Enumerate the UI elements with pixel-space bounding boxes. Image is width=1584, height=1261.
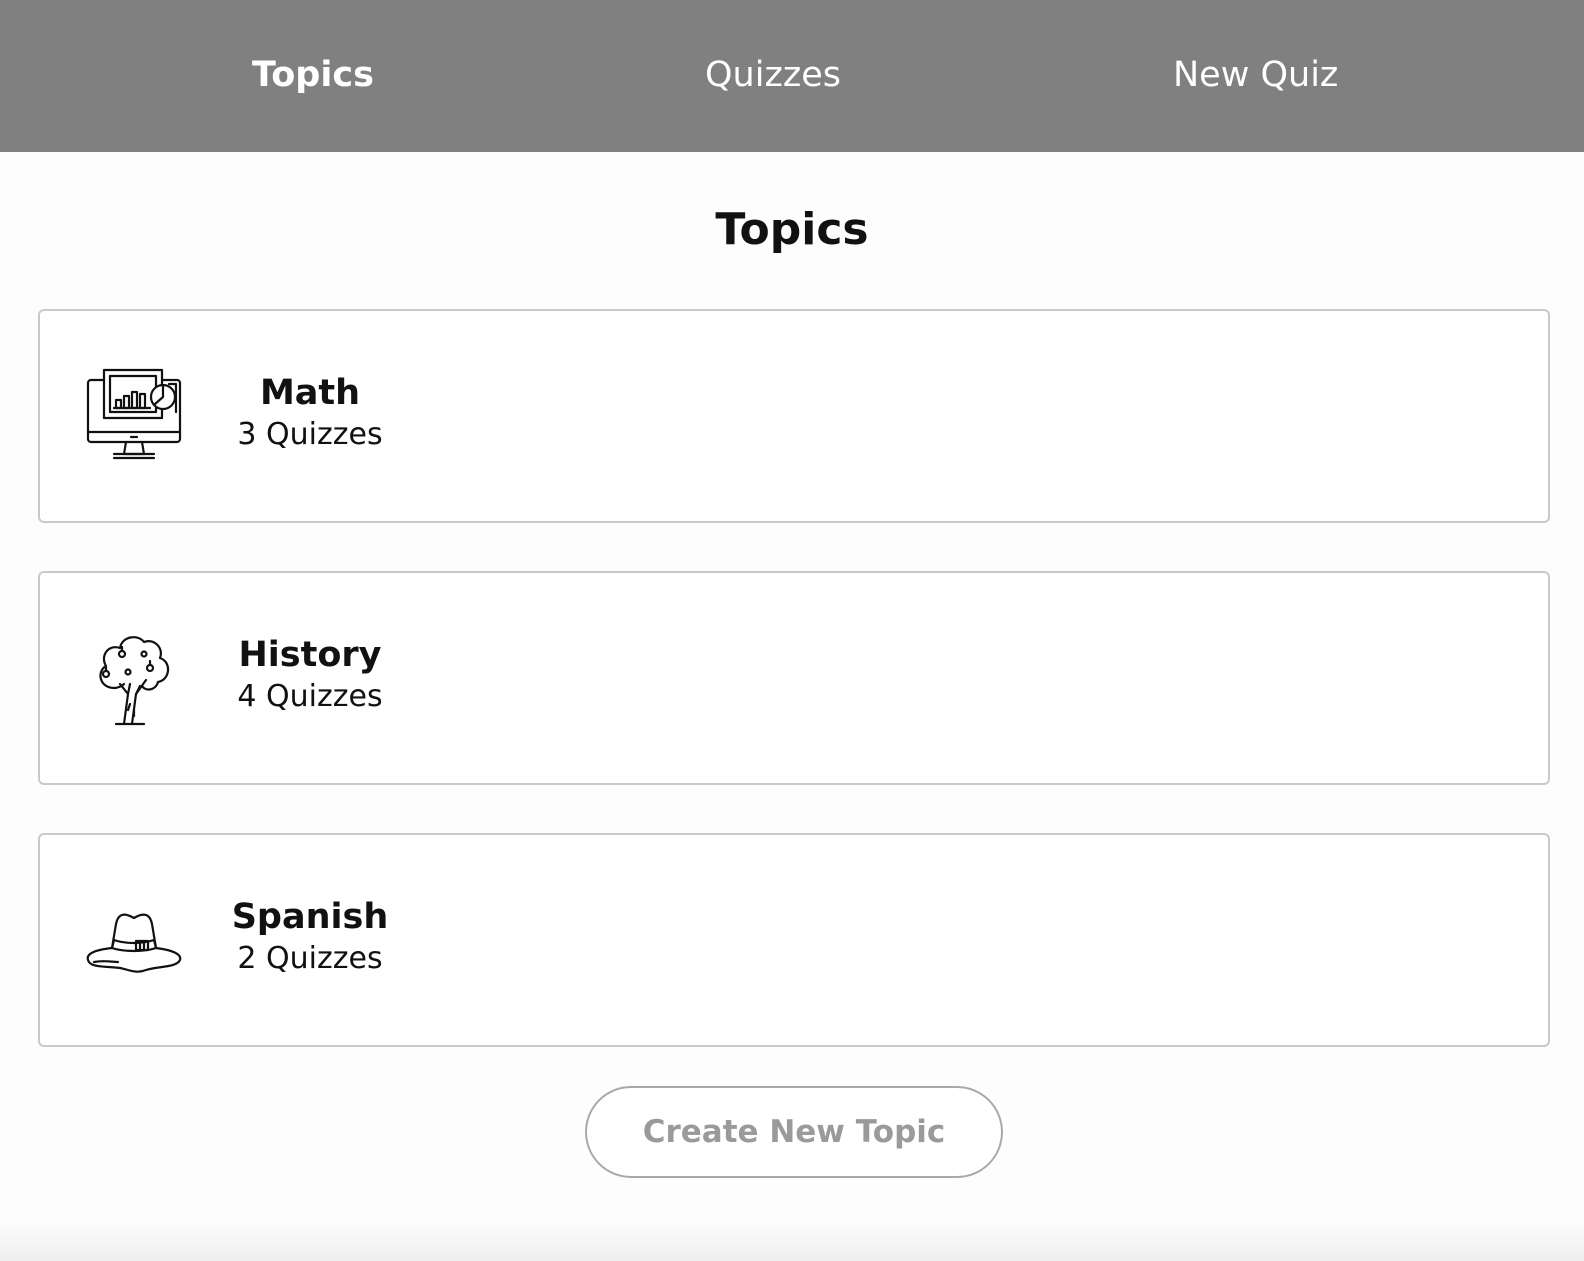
topics-page: Topics Quizzes New Quiz Topics Math 3 Qu… (0, 0, 1584, 1261)
computer-chart-icon (84, 366, 184, 466)
topic-quiz-count: 4 Quizzes (237, 679, 383, 714)
topic-text: Math 3 Quizzes (210, 371, 410, 455)
bottom-edge-shadow (0, 1221, 1584, 1261)
nav-tab-new-quiz[interactable]: New Quiz (1173, 0, 1338, 152)
topic-name: History (238, 635, 382, 675)
tree-icon (84, 628, 184, 728)
topic-text: History 4 Quizzes (210, 633, 410, 717)
topic-card-math[interactable]: Math 3 Quizzes (38, 309, 1550, 523)
topic-card-history[interactable]: History 4 Quizzes (38, 571, 1550, 785)
topic-quiz-count: 2 Quizzes (237, 941, 383, 976)
topic-name: Spanish (231, 897, 389, 937)
top-navbar: Topics Quizzes New Quiz (0, 0, 1584, 152)
nav-tab-quizzes[interactable]: Quizzes (705, 0, 841, 152)
create-new-topic-button[interactable]: Create New Topic (585, 1086, 1003, 1178)
hat-icon (84, 890, 184, 990)
nav-tab-topics[interactable]: Topics (252, 0, 374, 152)
topic-card-spanish[interactable]: Spanish 2 Quizzes (38, 833, 1550, 1047)
topic-text: Spanish 2 Quizzes (210, 895, 410, 979)
topic-quiz-count: 3 Quizzes (237, 417, 383, 452)
page-title: Topics (715, 204, 869, 255)
topic-name: Math (259, 373, 361, 413)
